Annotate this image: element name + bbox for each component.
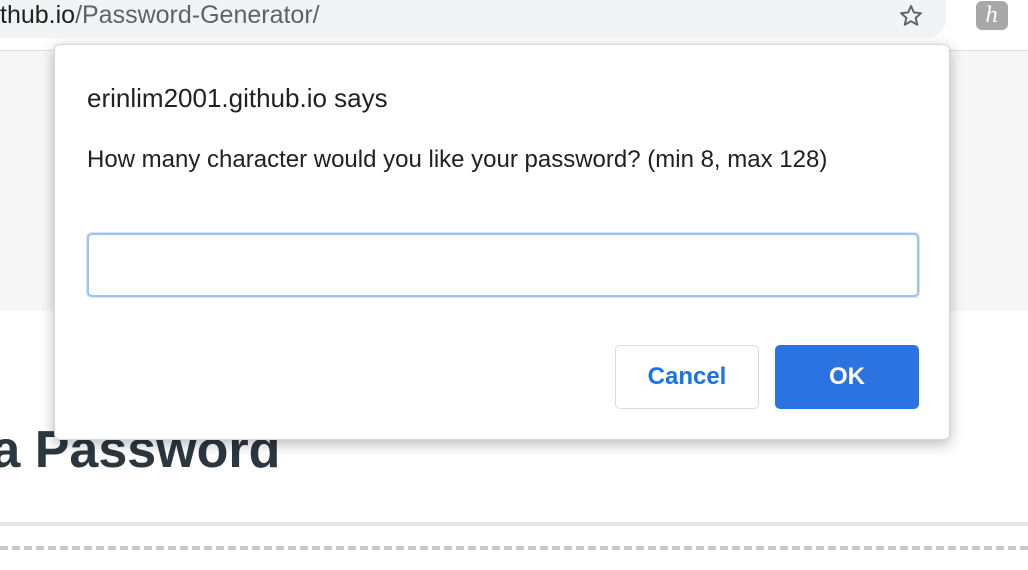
page-dashed-divider [0,546,1028,550]
page-divider [0,522,1028,526]
extension-h-icon[interactable]: h [976,1,1008,30]
prompt-dialog: erinlim2001.github.io says How many char… [54,44,950,440]
url-host: thub.io [0,1,76,29]
viewport: e a Password thub.io/Password-Generator/… [0,0,1028,570]
ok-button[interactable]: OK [775,345,919,409]
star-icon[interactable] [894,0,928,32]
address-bar-url[interactable]: thub.io/Password-Generator/ [0,0,320,32]
star-icon-glyph [900,5,922,26]
dialog-message: How many character would you like your p… [87,146,828,173]
cancel-button[interactable]: Cancel [615,345,759,409]
browser-toolbar: thub.io/Password-Generator/ h [0,0,1028,50]
url-path: /Password-Generator/ [75,1,320,29]
prompt-input[interactable] [87,233,919,297]
dialog-title: erinlim2001.github.io says [87,83,388,113]
